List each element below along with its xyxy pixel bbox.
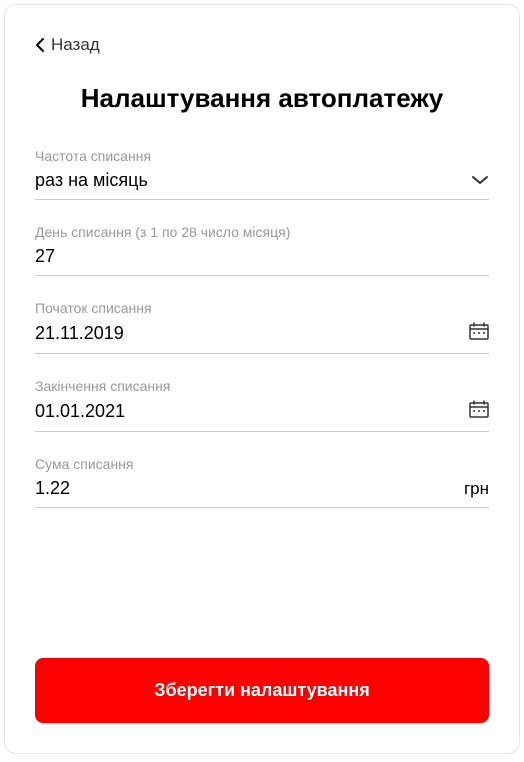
autopayment-settings-panel: Назад Налаштування автоплатежу Частота с… <box>4 4 520 754</box>
currency-label: грн <box>464 479 489 499</box>
end-date-picker[interactable] <box>35 400 489 432</box>
frequency-label: Частота списання <box>35 148 489 164</box>
frequency-select[interactable]: раз на місяць <box>35 170 489 200</box>
back-label: Назад <box>51 35 100 55</box>
amount-field-group: Сума списання грн <box>35 456 489 508</box>
end-date-field-group: Закінчення списання <box>35 378 489 432</box>
start-date-picker[interactable] <box>35 322 489 354</box>
frequency-value: раз на місяць <box>35 170 463 191</box>
day-field-group: День списання (з 1 по 28 число місяця) <box>35 224 489 276</box>
day-input[interactable] <box>35 246 489 267</box>
amount-label: Сума списання <box>35 456 489 472</box>
chevron-left-icon <box>35 37 45 53</box>
back-button[interactable]: Назад <box>35 35 489 55</box>
start-date-input[interactable] <box>35 323 461 344</box>
save-button[interactable]: Зберегти налаштування <box>35 658 489 723</box>
amount-input[interactable] <box>35 478 456 499</box>
start-date-label: Початок списання <box>35 300 489 316</box>
day-label: День списання (з 1 по 28 число місяця) <box>35 224 489 240</box>
page-title: Налаштування автоплатежу <box>35 83 489 114</box>
chevron-down-icon <box>471 172 489 190</box>
frequency-field-group: Частота списання раз на місяць <box>35 148 489 200</box>
start-date-field-group: Початок списання <box>35 300 489 354</box>
end-date-input[interactable] <box>35 401 461 422</box>
end-date-label: Закінчення списання <box>35 378 489 394</box>
calendar-icon <box>469 322 489 345</box>
calendar-icon <box>469 400 489 423</box>
